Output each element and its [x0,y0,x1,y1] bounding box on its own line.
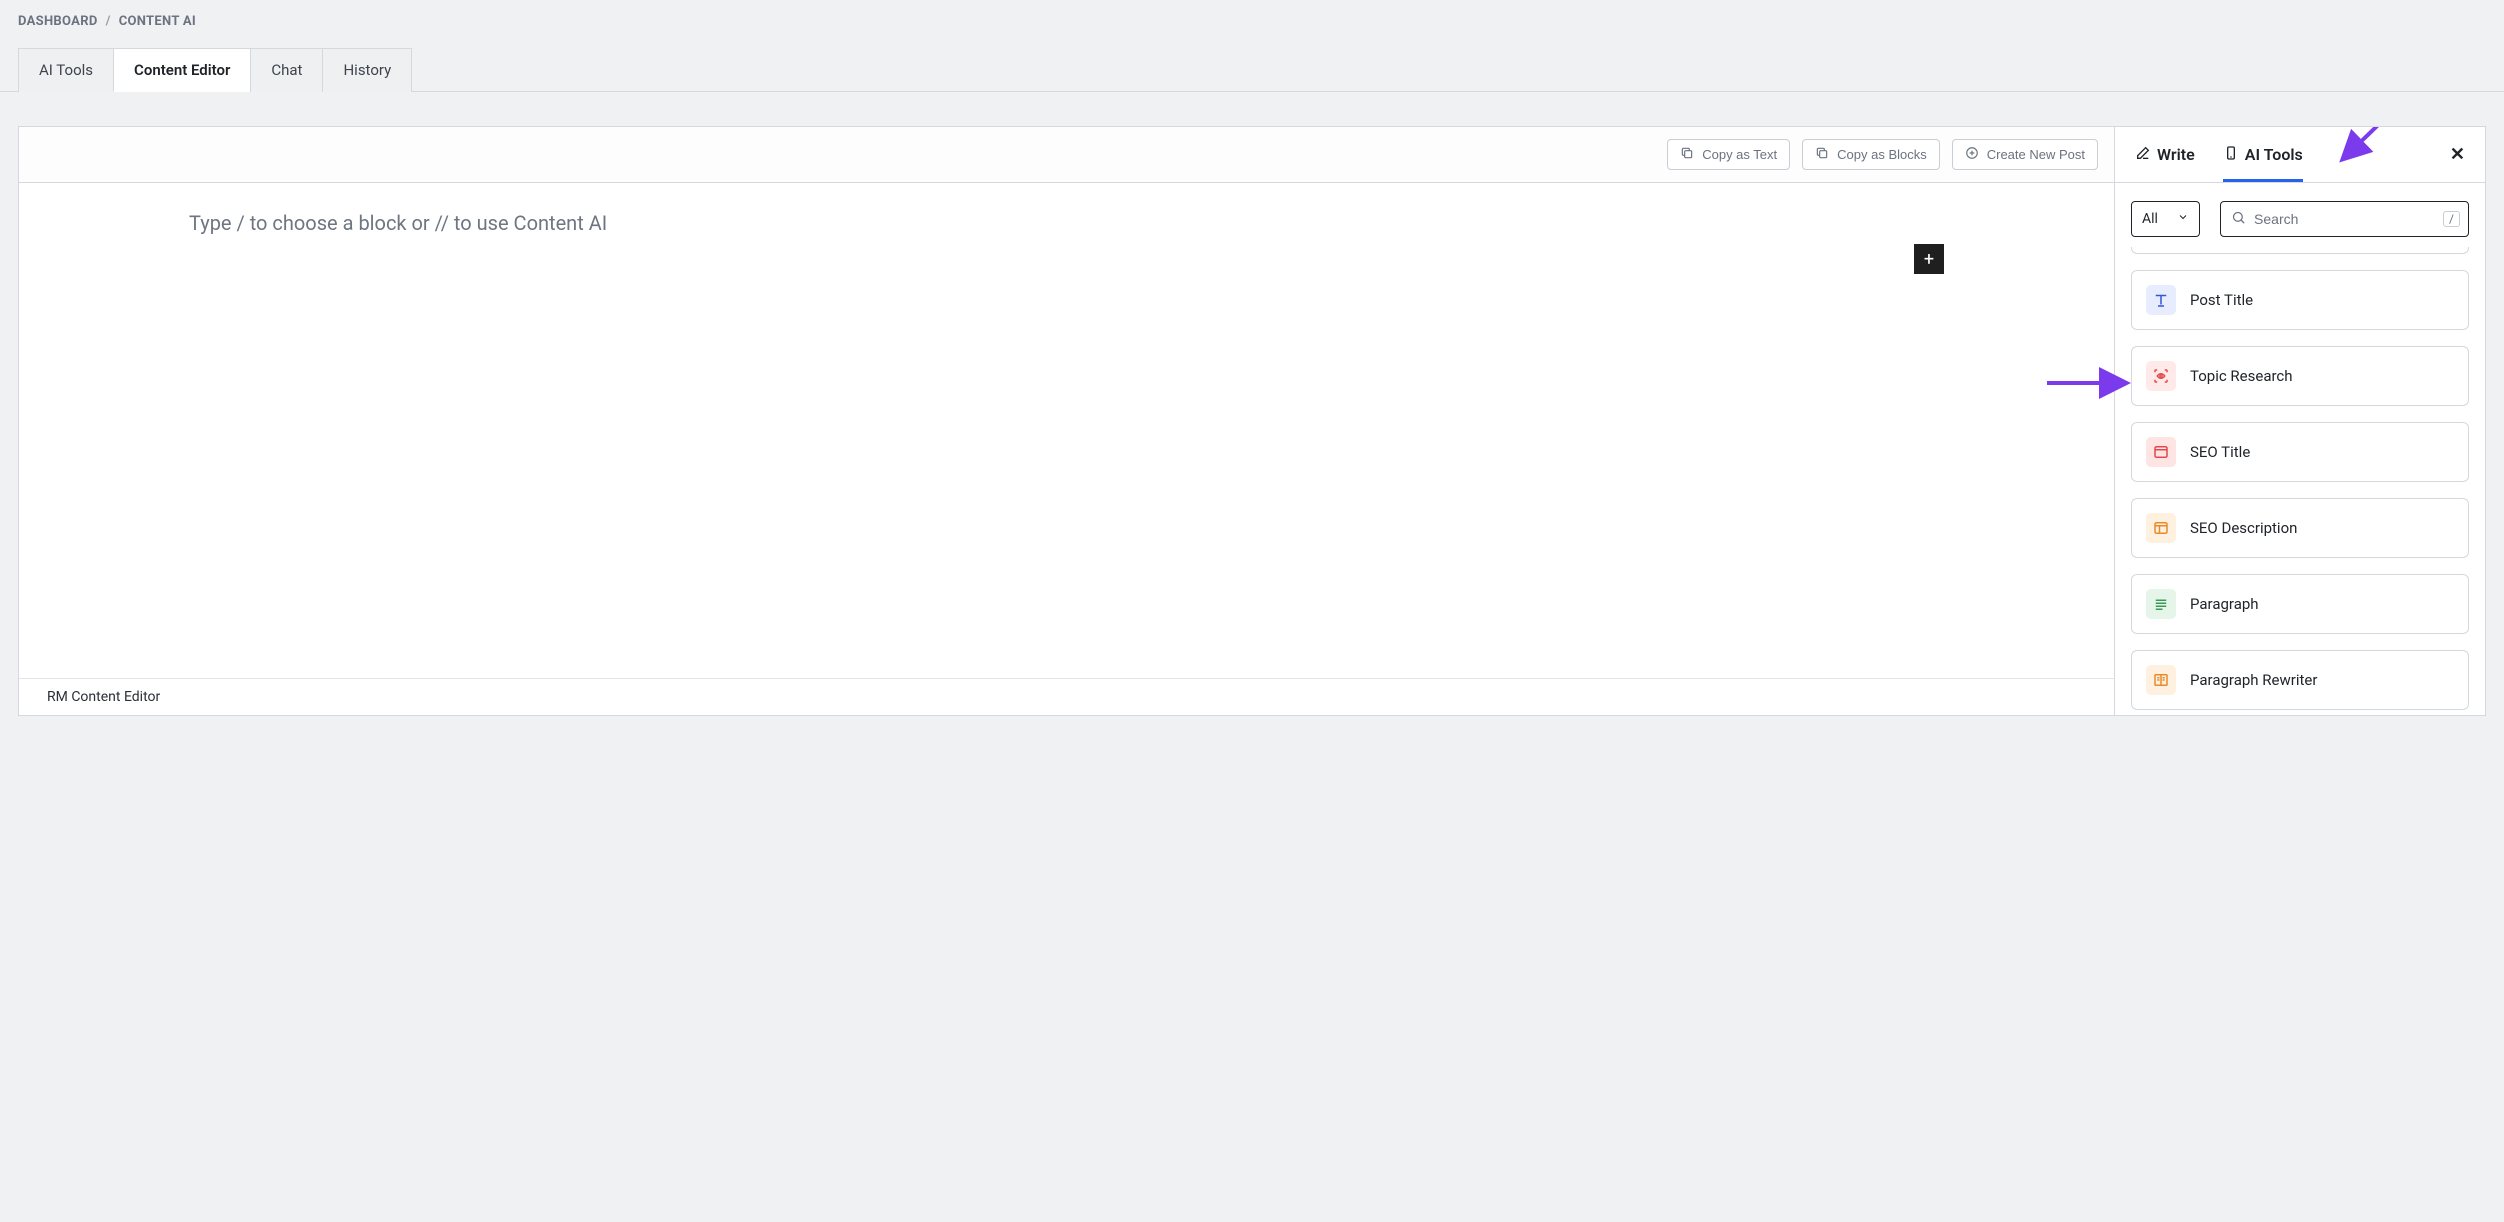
close-panel-button[interactable]: ✕ [2450,144,2465,165]
side-tab-write[interactable]: Write [2135,127,2195,182]
editor-toolbar: Copy as Text Copy as Blocks Create New P… [19,127,2114,183]
editor-body[interactable]: Type / to choose a block or // to use Co… [19,183,2114,678]
breadcrumb: DASHBOARD / CONTENT AI [0,0,2504,47]
tool-label: SEO Title [2190,443,2250,461]
editor-pane: Copy as Text Copy as Blocks Create New P… [19,127,2115,715]
chevron-down-icon [2177,211,2189,227]
copy-as-blocks-button[interactable]: Copy as Blocks [1802,139,1940,170]
category-filter-value: All [2142,211,2158,227]
tool-card-blog-post-conclusion[interactable]: Blog Post Conclusion [2131,247,2469,254]
book-icon [2146,665,2176,695]
eye-scan-icon [2146,361,2176,391]
tab-ai-tools[interactable]: AI Tools [18,48,114,92]
browser-icon [2146,437,2176,467]
tool-card-post-title[interactable]: Post Title [2131,270,2469,330]
breadcrumb-root[interactable]: DASHBOARD [18,14,98,29]
tool-card-seo-title[interactable]: SEO Title [2131,422,2469,482]
copy-as-blocks-label: Copy as Blocks [1837,147,1927,162]
copy-as-text-button[interactable]: Copy as Text [1667,139,1790,170]
side-panel-tabs: Write AI Tools ✕ [2115,127,2485,183]
edit-icon [2135,145,2151,165]
side-panel-controls: All / [2115,183,2485,247]
tool-label: Topic Research [2190,367,2293,385]
tool-card-topic-research[interactable]: Topic Research [2131,346,2469,406]
copy-icon [1680,146,1694,163]
tool-label: Paragraph [2190,595,2259,613]
tool-label: Paragraph Rewriter [2190,671,2317,689]
tool-card-seo-description[interactable]: SEO Description [2131,498,2469,558]
plus-icon: + [1924,249,1934,270]
tool-label: Post Title [2190,291,2253,309]
breadcrumb-separator: / [106,14,111,29]
phone-icon [2223,145,2239,165]
breadcrumb-current: CONTENT AI [119,14,196,29]
add-block-button[interactable]: + [1914,244,1944,274]
layout-icon [2146,513,2176,543]
copy-as-text-label: Copy as Text [1702,147,1777,162]
keyboard-hint: / [2443,211,2460,227]
main-tabs: AI Tools Content Editor Chat History [0,47,2504,92]
tool-list[interactable]: Blog Post Conclusion Post Title Topic Re… [2115,247,2485,715]
tool-search-input[interactable] [2254,211,2435,227]
text-icon [2146,285,2176,315]
side-tab-write-label: Write [2157,145,2195,164]
category-filter[interactable]: All [2131,201,2200,237]
tool-search[interactable]: / [2220,201,2469,237]
plus-circle-icon [1965,146,1979,163]
search-icon [2231,210,2246,229]
tool-card-paragraph-rewriter[interactable]: Paragraph Rewriter [2131,650,2469,710]
tab-chat[interactable]: Chat [250,48,323,92]
editor-footer-label: RM Content Editor [47,689,160,705]
lines-icon [2146,589,2176,619]
side-tab-ai-tools-label: AI Tools [2245,145,2303,164]
create-new-post-button[interactable]: Create New Post [1952,139,2098,170]
side-tab-ai-tools[interactable]: AI Tools [2223,127,2303,182]
editor-placeholder: Type / to choose a block or // to use Co… [189,211,2082,235]
tool-label: SEO Description [2190,519,2297,537]
side-panel: Write AI Tools ✕ All [2115,127,2485,715]
close-icon: ✕ [2450,144,2465,165]
editor-footer: RM Content Editor [19,678,2114,715]
create-new-post-label: Create New Post [1987,147,2085,162]
tab-history[interactable]: History [322,48,412,92]
tool-label: Blog Post Conclusion [2146,247,2289,248]
tab-content-editor[interactable]: Content Editor [113,48,251,92]
tool-card-paragraph[interactable]: Paragraph [2131,574,2469,634]
workspace: Copy as Text Copy as Blocks Create New P… [18,126,2486,716]
copy-icon [1815,146,1829,163]
